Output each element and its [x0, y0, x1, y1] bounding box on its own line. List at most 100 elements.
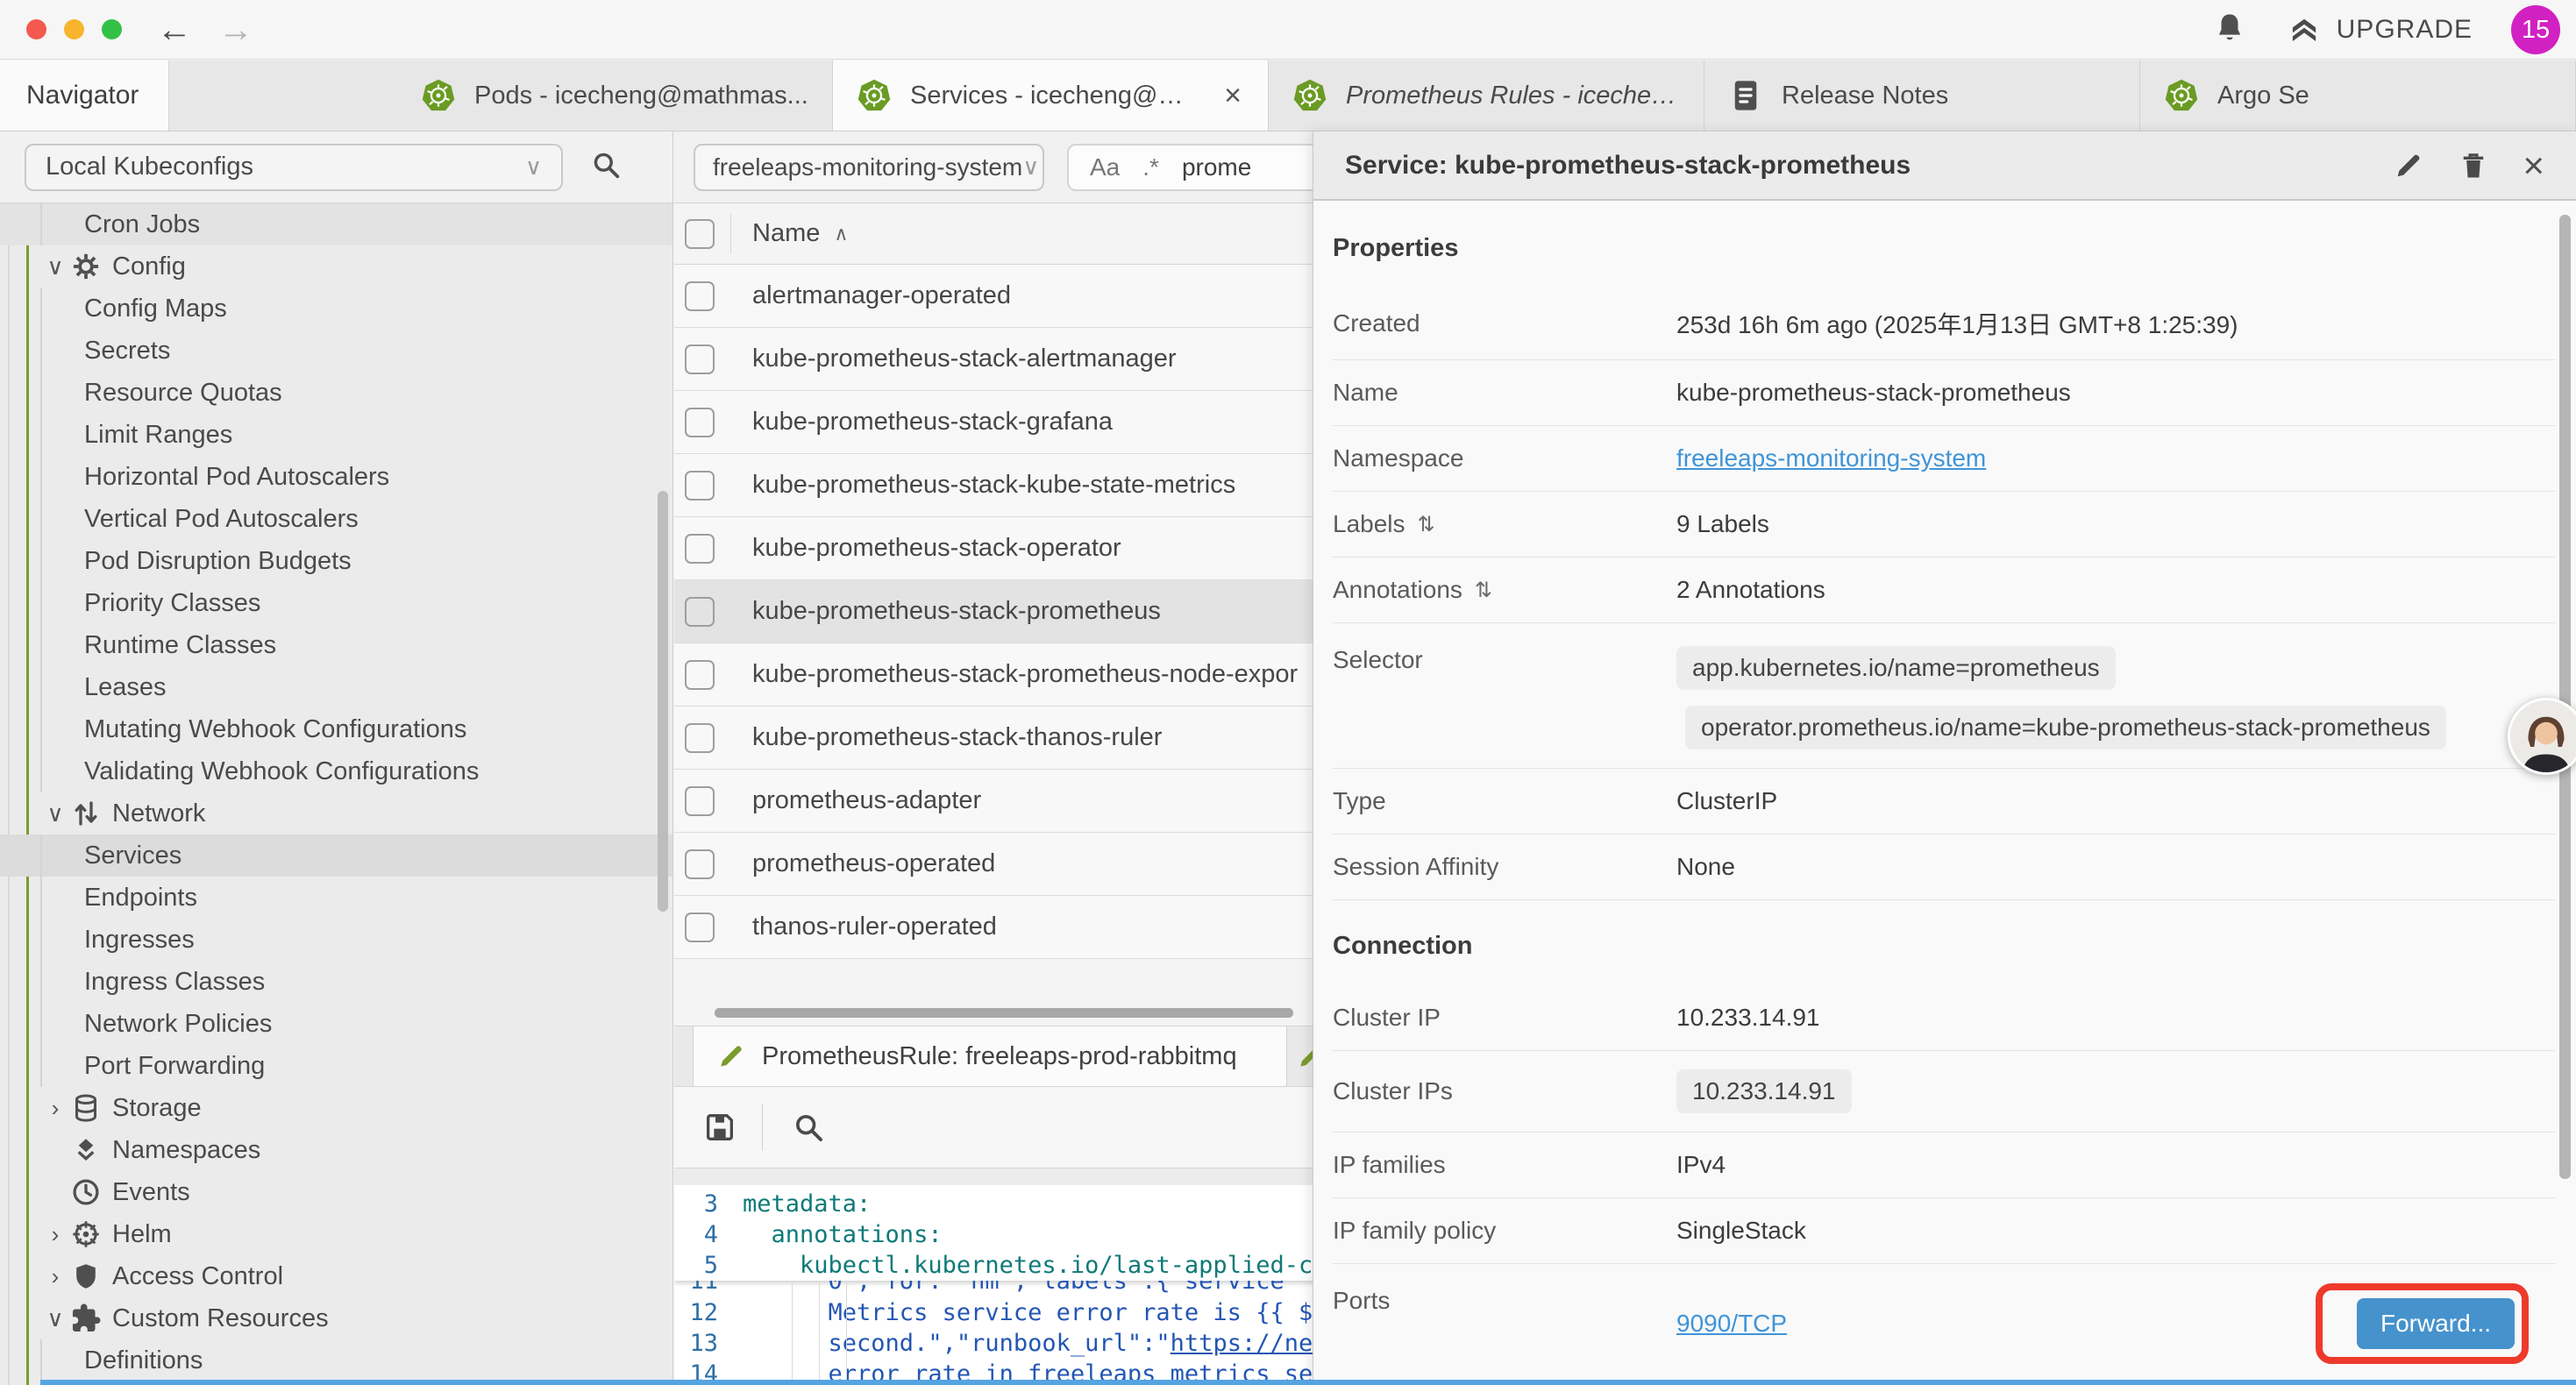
kubernetes-icon — [420, 77, 457, 114]
chevron-down-icon[interactable]: ∨ — [40, 800, 70, 827]
sidebar-item-access-control[interactable]: ›Access Control — [0, 1255, 672, 1297]
sidebar-item-horizontal-pod-autoscalers[interactable]: Horizontal Pod Autoscalers — [0, 456, 672, 498]
kubeconfig-select[interactable]: Local Kubeconfigs ∨ — [25, 144, 563, 191]
namespace-link[interactable]: freeleaps-monitoring-system — [1676, 444, 1986, 472]
row-checkbox[interactable] — [685, 597, 715, 627]
row-checkbox[interactable] — [685, 660, 715, 690]
filter-input[interactable]: Aa .* prome — [1067, 144, 1330, 191]
close-window-button[interactable] — [26, 19, 46, 39]
chevron-right-icon[interactable]: › — [40, 1095, 70, 1122]
app-tab[interactable]: Argo Se — [2140, 60, 2576, 131]
sidebar-search-icon[interactable] — [589, 148, 623, 186]
select-all-checkbox[interactable] — [685, 219, 715, 249]
row-checkbox[interactable] — [685, 723, 715, 753]
match-case-toggle[interactable]: Aa — [1090, 153, 1120, 181]
row-checkbox[interactable] — [685, 281, 715, 311]
detail-row-label: Selector — [1333, 646, 1676, 674]
sidebar-item-cron-jobs[interactable]: Cron Jobs — [0, 203, 672, 245]
sidebar-item-leases[interactable]: Leases — [0, 666, 672, 708]
app-tab[interactable]: Release Notes — [1704, 60, 2140, 131]
sidebar-item-definitions[interactable]: Definitions — [0, 1339, 672, 1381]
row-checkbox[interactable] — [685, 344, 715, 374]
minimize-window-button[interactable] — [64, 19, 84, 39]
sidebar-item-priority-classes[interactable]: Priority Classes — [0, 582, 672, 624]
sidebar-item-network[interactable]: ∨Network — [0, 792, 672, 835]
sidebar-item-helm[interactable]: ›Helm — [0, 1213, 672, 1255]
sidebar-item-custom-resources[interactable]: ∨Custom Resources — [0, 1297, 672, 1339]
sidebar-item-pod-disruption-budgets[interactable]: Pod Disruption Budgets — [0, 540, 672, 582]
sidebar-item-endpoints[interactable]: Endpoints — [0, 877, 672, 919]
sidebar-item-runtime-classes[interactable]: Runtime Classes — [0, 624, 672, 666]
chevron-down-icon[interactable]: ∨ — [40, 1305, 70, 1332]
chevron-right-icon[interactable]: › — [40, 1221, 70, 1248]
detail-row: Cluster IPs10.233.14.91 — [1333, 1051, 2555, 1133]
namespace-select[interactable]: freeleaps-monitoring-system ∨ — [694, 144, 1044, 191]
forward-button[interactable]: Forward... — [2357, 1298, 2515, 1349]
shield-icon — [70, 1261, 102, 1292]
sidebar-item-storage[interactable]: › Storage — [0, 1087, 672, 1129]
edit-service-icon[interactable] — [2393, 150, 2424, 181]
row-checkbox[interactable] — [685, 471, 715, 501]
sidebar-item-config-maps[interactable]: Config Maps — [0, 288, 672, 330]
port-link[interactable]: 9090/TCP — [1676, 1310, 2357, 1338]
sidebar-item-namespaces[interactable]: Namespaces — [0, 1129, 672, 1171]
app-tab[interactable]: Services - icecheng@math...× — [833, 60, 1269, 131]
row-checkbox[interactable] — [685, 913, 715, 942]
sidebar-item-ingress-classes[interactable]: Ingress Classes — [0, 961, 672, 1003]
app-tab[interactable]: Prometheus Rules - icecheng... — [1269, 60, 1704, 131]
detail-scrollbar[interactable] — [2559, 215, 2571, 1179]
row-checkbox[interactable] — [685, 534, 715, 564]
sort-updown-icon[interactable]: ⇅ — [1418, 512, 1435, 537]
close-tab-icon[interactable]: × — [1220, 79, 1245, 113]
sort-updown-icon[interactable]: ⇅ — [1475, 578, 1492, 603]
notification-count-badge[interactable]: 15 — [2511, 5, 2560, 54]
row-checkbox[interactable] — [685, 408, 715, 437]
sidebar-item-events[interactable]: Events — [0, 1171, 672, 1213]
user-avatar[interactable] — [2508, 698, 2576, 775]
value-badge: operator.prometheus.io/name=kube-prometh… — [1685, 706, 2446, 749]
sidebar-item-vertical-pod-autoscalers[interactable]: Vertical Pod Autoscalers — [0, 498, 672, 540]
sidebar-item-mutating-webhook-configurations[interactable]: Mutating Webhook Configurations — [0, 708, 672, 750]
horizontal-scrollbar[interactable] — [715, 1008, 1293, 1018]
app-tab[interactable]: Pods - icecheng@mathmas... — [397, 60, 833, 131]
sidebar-item-port-forwarding[interactable]: Port Forwarding — [0, 1045, 672, 1087]
sidebar-item-services[interactable]: Services — [0, 835, 672, 877]
sidebar-item-resource-quotas[interactable]: Resource Quotas — [0, 372, 672, 414]
delete-service-icon[interactable] — [2458, 150, 2489, 181]
service-detail-panel: Service: kube-prometheus-stack-prometheu… — [1313, 131, 2576, 1385]
close-panel-icon[interactable]: × — [2523, 147, 2544, 184]
sidebar-item-network-policies[interactable]: Network Policies — [0, 1003, 672, 1045]
row-checkbox[interactable] — [685, 786, 715, 816]
detail-row: Selectorapp.kubernetes.io/name=prometheu… — [1333, 623, 2555, 769]
regex-toggle[interactable]: .* — [1142, 153, 1159, 181]
detail-row-value: 10.233.14.91 — [1676, 1069, 2555, 1113]
sidebar-item-label: Definitions — [84, 1346, 203, 1375]
sidebar-item-secrets[interactable]: Secrets — [0, 330, 672, 372]
sidebar-item-label: Mutating Webhook Configurations — [84, 715, 466, 744]
sidebar-item-label: Storage — [112, 1094, 202, 1123]
sidebar-item-config[interactable]: ∨Config — [0, 245, 672, 288]
chevron-right-icon[interactable]: › — [40, 1263, 70, 1290]
sidebar-item-ingresses[interactable]: Ingresses — [0, 919, 672, 961]
chevron-down-icon[interactable]: ∨ — [40, 253, 70, 281]
sidebar-scrollbar[interactable] — [658, 491, 668, 912]
notifications-bell-icon[interactable] — [2212, 11, 2247, 50]
sidebar-item-limit-ranges[interactable]: Limit Ranges — [0, 414, 672, 456]
sidebar-item-validating-webhook-configurations[interactable]: Validating Webhook Configurations — [0, 750, 672, 792]
detail-row-label: IP families — [1333, 1151, 1676, 1179]
forward-arrow-icon[interactable]: → — [218, 12, 253, 47]
maximize-window-button[interactable] — [102, 19, 122, 39]
navigator-tab[interactable]: Navigator — [0, 60, 169, 131]
row-checkbox[interactable] — [685, 849, 715, 879]
wheel-icon — [70, 1218, 102, 1250]
sidebar-item-label: Events — [112, 1178, 190, 1207]
detail-row: TypeClusterIP — [1333, 769, 2555, 835]
upgrade-button[interactable]: UPGRADE — [2286, 11, 2473, 48]
save-button[interactable] — [702, 1110, 737, 1145]
editor-search-icon[interactable] — [791, 1110, 826, 1145]
dock-tab-prometheusrule[interactable]: PrometheusRule: freeleaps-prod-rabbitmq — [693, 1026, 1287, 1086]
name-column-header[interactable]: Name ∧ — [752, 219, 848, 248]
back-arrow-icon[interactable]: ← — [157, 12, 192, 47]
navigator-tree: Cron Jobs∨ConfigConfig MapsSecretsResour… — [0, 203, 672, 1385]
section-heading: Connection — [1333, 900, 2555, 985]
